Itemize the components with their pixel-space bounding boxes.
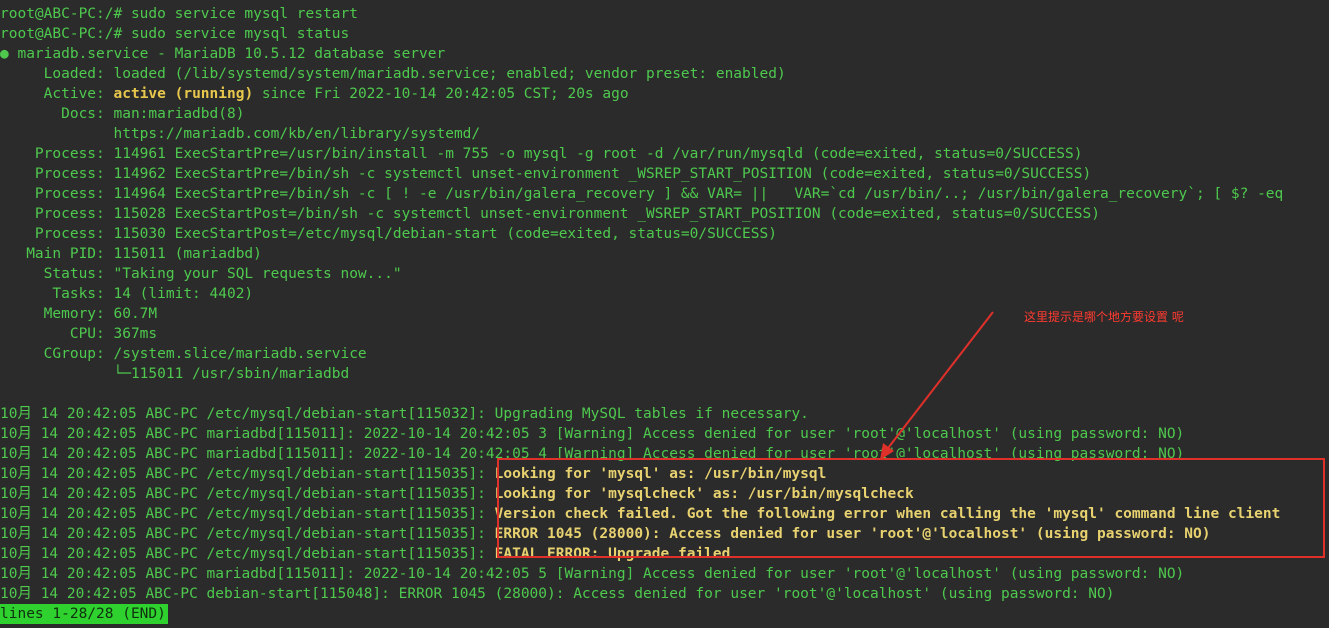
active-since: since Fri 2022-10-14 20:42:05 CST; 20s a… bbox=[253, 86, 629, 102]
terminal-line-process: Process: 114961 ExecStartPre=/usr/bin/in… bbox=[0, 146, 1083, 162]
terminal-line-process: Process: 115030 ExecStartPost=/etc/mysql… bbox=[0, 226, 777, 242]
terminal-line-log: 10月 14 20:42:05 ABC-PC mariadbd[115011]:… bbox=[0, 566, 1185, 582]
pager-status-bar: lines 1-28/28 (END) bbox=[0, 604, 168, 624]
terminal-line-cpu: CPU: 367ms bbox=[0, 326, 158, 342]
log-prefix: 10月 14 20:42:05 ABC-PC /etc/mysql/debian… bbox=[0, 546, 495, 562]
terminal-line-tasks: Tasks: 14 (limit: 4402) bbox=[0, 286, 254, 302]
log-prefix: 10月 14 20:42:05 ABC-PC /etc/mysql/debian… bbox=[0, 506, 495, 522]
terminal-line-command-restart: root@ABC-PC:/# sudo service mysql restar… bbox=[0, 6, 358, 22]
terminal-line-process: Process: 115028 ExecStartPost=/bin/sh -c… bbox=[0, 206, 1100, 222]
terminal-line-loaded: Loaded: loaded (/lib/systemd/system/mari… bbox=[0, 66, 786, 82]
terminal-line-cgroup: CGroup: /system.slice/mariadb.service bbox=[0, 346, 367, 362]
terminal-line-command-status: root@ABC-PC:/# sudo service mysql status bbox=[0, 26, 350, 42]
terminal-line-active: Active: active (running) since Fri 2022-… bbox=[0, 84, 629, 104]
terminal-line-memory: Memory: 60.7M bbox=[0, 306, 158, 322]
terminal-line-docs-url: https://mariadb.com/kb/en/library/system… bbox=[0, 126, 481, 142]
status-bullet-icon: ● bbox=[0, 46, 9, 62]
terminal-line-docs: Docs: man:mariadbd(8) bbox=[0, 106, 245, 122]
terminal-line-log: 10月 14 20:42:05 ABC-PC debian-start[1150… bbox=[0, 586, 1115, 602]
log-prefix: 10月 14 20:42:05 ABC-PC /etc/mysql/debian… bbox=[0, 526, 495, 542]
terminal-line-log: 10月 14 20:42:05 ABC-PC /etc/mysql/debian… bbox=[0, 406, 809, 422]
log-prefix: 10月 14 20:42:05 ABC-PC /etc/mysql/debian… bbox=[0, 486, 495, 502]
terminal-line-process: Process: 114964 ExecStartPre=/bin/sh -c … bbox=[0, 186, 1284, 202]
terminal-line-cgroup-process: └─115011 /usr/sbin/mariadbd bbox=[0, 366, 350, 382]
terminal-window[interactable]: root@ABC-PC:/# sudo service mysql restar… bbox=[0, 0, 1329, 628]
terminal-line-main-pid: Main PID: 115011 (mariadbd) bbox=[0, 246, 262, 262]
active-label: Active: bbox=[0, 86, 114, 102]
unit-description: mariadb.service - MariaDB 10.5.12 databa… bbox=[8, 46, 446, 62]
terminal-line-status: Status: "Taking your SQL requests now...… bbox=[0, 266, 402, 282]
annotation-note: 这里提示是哪个地方要设置 呢 bbox=[1024, 310, 1184, 324]
terminal-line-unit: ● mariadb.service - MariaDB 10.5.12 data… bbox=[0, 44, 445, 64]
terminal-line-process: Process: 114962 ExecStartPre=/bin/sh -c … bbox=[0, 166, 1092, 182]
annotation-highlight-box bbox=[497, 458, 1325, 558]
active-state: active (running) bbox=[113, 86, 254, 102]
terminal-line-log: 10月 14 20:42:05 ABC-PC mariadbd[115011]:… bbox=[0, 426, 1185, 442]
log-prefix: 10月 14 20:42:05 ABC-PC /etc/mysql/debian… bbox=[0, 466, 495, 482]
